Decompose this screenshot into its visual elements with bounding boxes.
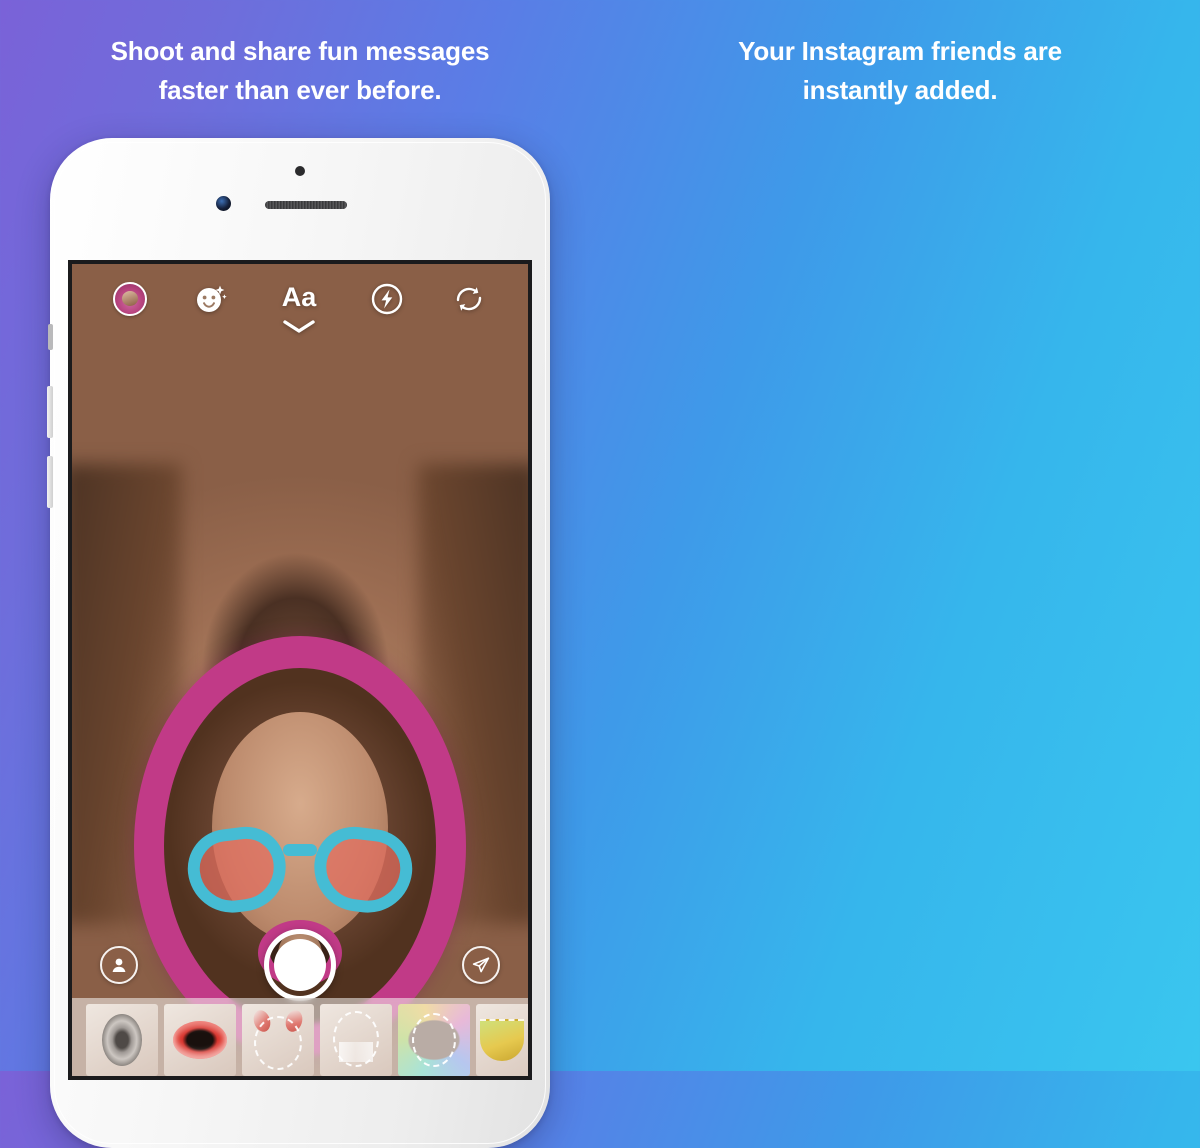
volume-down-button[interactable] [47,456,53,508]
bear-ear-left [250,1008,274,1034]
glasses-lens-right [309,822,417,918]
filter-rainbow-halo[interactable] [398,1004,470,1076]
gallery-thumbnail-icon [113,282,148,316]
send-paper-plane-icon [472,957,490,973]
filter-carousel[interactable] [72,998,528,1076]
flip-camera-button[interactable] [451,282,487,316]
flash-button[interactable] [370,282,404,316]
text-tool-button[interactable]: Aa [275,282,323,333]
send-button[interactable] [462,946,500,984]
mute-switch-button[interactable] [48,324,53,350]
flip-camera-icon [456,287,481,311]
volume-up-button[interactable] [47,386,53,438]
caption-right-line1: Your Instagram friends are [738,36,1062,66]
flash-icon [371,283,402,315]
ar-blue-glasses [183,822,417,924]
caption-left-line2: faster than ever before. [158,75,442,105]
person-icon [112,958,126,972]
caption-left: Shoot and share fun messages faster than… [0,32,600,110]
filter-drink[interactable] [476,1004,528,1076]
bear-ear-right [282,1008,306,1034]
svg-text:Aa: Aa [282,282,317,312]
filter-bear-ears[interactable] [242,1004,314,1076]
camera-toolbar: Aa [72,282,528,354]
filter-swirl[interactable] [86,1004,158,1076]
caption-right: Your Instagram friends are instantly add… [600,32,1200,110]
earpiece-speaker-icon [265,201,347,209]
caption-right-line2: instantly added. [802,75,998,105]
filter-lips[interactable] [164,1004,236,1076]
glasses-lens-left [183,822,291,918]
phone-left: Aa [47,138,550,1148]
front-camera-lens-icon [216,196,231,211]
effects-button[interactable] [194,282,228,316]
gallery-thumbnail-button[interactable] [113,282,148,316]
filter-mask[interactable] [320,1004,392,1076]
camera-bottom-controls [72,929,528,1001]
proximity-sensor-icon [295,166,305,176]
panel-direct: Your Instagram friends are instantly add… [600,0,1200,1071]
effects-face-icon [197,285,227,312]
chevron-down-icon [283,320,315,333]
panel-camera: Shoot and share fun messages faster than… [0,0,600,1148]
people-button[interactable] [100,946,138,984]
glasses-bridge [283,844,317,856]
camera-screen: Aa [72,264,528,1076]
mask-patch [339,1042,373,1062]
caption-left-line1: Shoot and share fun messages [110,36,490,66]
text-tool-icon: Aa [282,282,317,312]
shutter-button[interactable] [264,929,336,1001]
